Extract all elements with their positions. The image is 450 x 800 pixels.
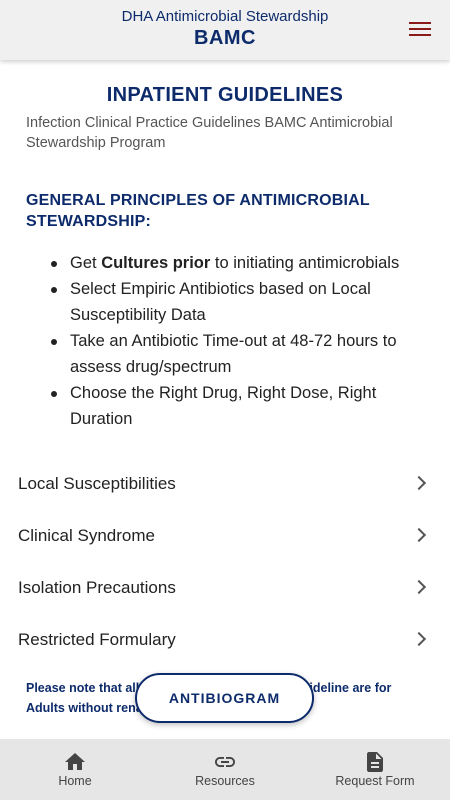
home-icon (65, 753, 85, 770)
chevron-right-icon (411, 527, 427, 543)
tab-resources[interactable]: Resources (150, 739, 300, 800)
nav-item-local-susceptibilities[interactable]: Local Susceptibilities (0, 458, 450, 510)
principle-emphasis: Cultures prior (101, 254, 211, 272)
nav-item-label: Isolation Precautions (18, 578, 176, 597)
nav-item-label: Clinical Syndrome (18, 526, 155, 545)
menu-bar (409, 22, 431, 24)
chevron-right-icon (411, 475, 427, 491)
nav-item-label: Local Susceptibilities (18, 474, 176, 493)
menu-bar (409, 34, 431, 36)
nav-item-isolation-precautions[interactable]: Isolation Precautions (0, 562, 450, 614)
list-item: Choose the Right Drug, Right Dose, Right… (48, 380, 438, 432)
nav-item-restricted-formulary[interactable]: Restricted Formulary (0, 614, 450, 666)
menu-bar (409, 28, 431, 30)
chevron-right-icon (411, 631, 427, 647)
page-subtitle: Infection Clinical Practice Guidelines B… (26, 115, 393, 151)
principle-text-prefix: Get (70, 254, 102, 272)
document-icon (367, 752, 383, 772)
tab-label: Request Form (335, 774, 415, 788)
guideline-nav-list: Local Susceptibilities Clinical Syndrome… (0, 458, 450, 666)
chevron-right-icon (411, 579, 427, 595)
tab-home[interactable]: Home (0, 739, 150, 800)
bottom-nav: Home Resources Request Form (0, 739, 450, 800)
tab-label: Home (58, 774, 92, 788)
tab-label: Resources (195, 774, 255, 788)
antibiogram-button[interactable]: ANTIBIOGRAM (135, 673, 314, 723)
list-item: Select Empiric Antibiotics based on Loca… (48, 276, 438, 328)
org-name: DHA Antimicrobial Stewardship (121, 8, 329, 25)
principle-text-suffix: to initiating antimicrobials (210, 254, 400, 272)
link-icon (215, 757, 235, 767)
list-item: Get Cultures prior to initiating antimic… (48, 250, 438, 276)
nav-item-label: Restricted Formulary (18, 630, 176, 649)
principles-list: Get Cultures prior to initiating antimic… (48, 250, 438, 432)
nav-item-clinical-syndrome[interactable]: Clinical Syndrome (0, 510, 450, 562)
page-title: INPATIENT GUIDELINES (106, 84, 344, 106)
hamburger-menu-icon[interactable] (409, 20, 431, 38)
principles-heading: GENERAL PRINCIPLES OF ANTIMICROBIAL STEW… (26, 192, 370, 230)
app-title: BAMC (194, 27, 256, 49)
app-header: DHA Antimicrobial Stewardship BAMC (0, 0, 450, 60)
list-item: Take an Antibiotic Time-out at 48-72 hou… (48, 328, 438, 380)
tab-request-form[interactable]: Request Form (300, 739, 450, 800)
